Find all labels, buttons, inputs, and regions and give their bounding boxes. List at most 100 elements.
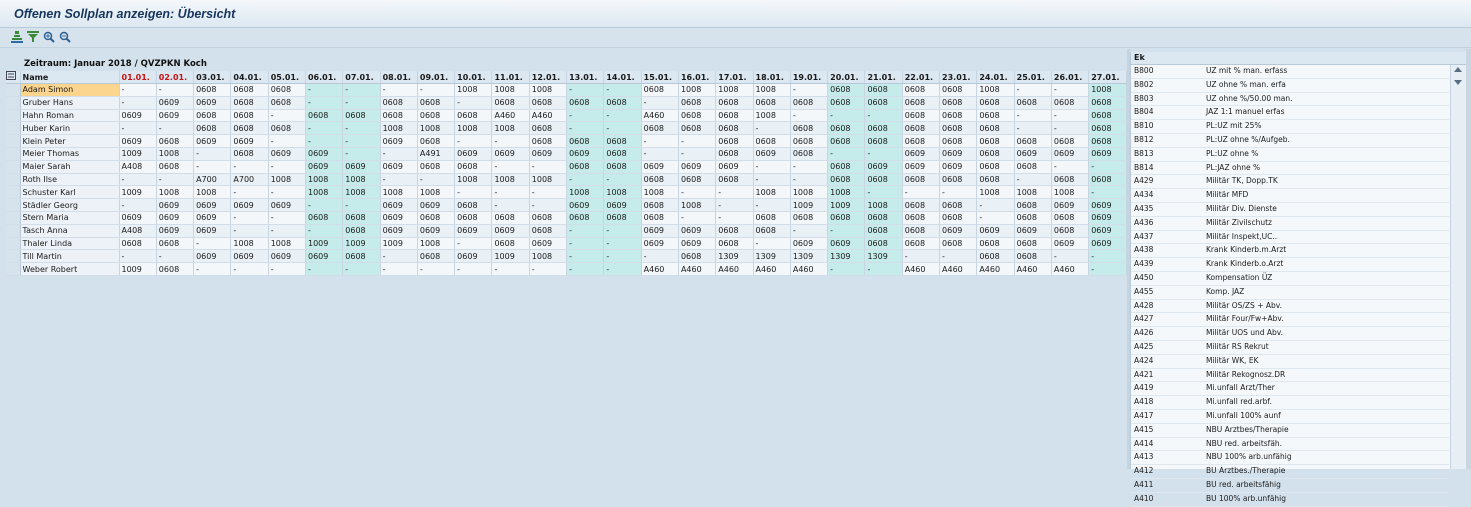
shift-cell[interactable]: 0609	[380, 224, 418, 238]
row-selector[interactable]	[6, 121, 21, 136]
shift-cell[interactable]: -	[119, 83, 157, 97]
shift-cell[interactable]: 0608	[566, 96, 605, 110]
shift-cell[interactable]: 1008	[1051, 185, 1090, 200]
shift-cell[interactable]: 0608	[566, 160, 605, 174]
shift-cell[interactable]: 0608	[715, 237, 754, 251]
list-scrollbar[interactable]	[1450, 65, 1466, 469]
shift-cell[interactable]: -	[529, 198, 568, 212]
shift-cell[interactable]: 0608	[902, 96, 941, 110]
shift-cell[interactable]: -	[1014, 121, 1052, 136]
shift-cell[interactable]: -	[1051, 109, 1090, 123]
shift-cell[interactable]: -	[566, 173, 605, 187]
shift-cell[interactable]: 0609	[603, 198, 642, 212]
shift-cell[interactable]: 0608	[1014, 134, 1052, 148]
shift-cell[interactable]: 0608	[827, 160, 866, 174]
shift-cell[interactable]: 0608	[305, 211, 344, 225]
shift-cell[interactable]: A408	[119, 224, 157, 238]
shift-cell[interactable]: A460	[753, 262, 791, 276]
shift-cell[interactable]: 0608	[678, 96, 717, 110]
column-header-date[interactable]: 05.01.	[268, 71, 306, 84]
shift-cell[interactable]: -	[342, 262, 381, 276]
column-header-date[interactable]: 26.01.	[1051, 71, 1090, 84]
shift-cell[interactable]: -	[268, 160, 306, 174]
shift-cell[interactable]: 1008	[417, 185, 456, 200]
shift-cell[interactable]: 0608	[641, 198, 679, 212]
shift-cell[interactable]: 1008	[342, 173, 381, 187]
shift-cell[interactable]: -	[268, 134, 306, 148]
shift-cell[interactable]: -	[1088, 262, 1127, 276]
shift-cell[interactable]: -	[342, 134, 381, 148]
row-selector[interactable]	[6, 109, 21, 123]
shift-cell[interactable]: 0609	[491, 224, 530, 238]
list-item[interactable]: B802 UZ ohne % man. erfa	[1131, 79, 1449, 93]
table-row[interactable]: Klein Peter 0609 0608 0609 0609- - -0609 0608- -…	[6, 134, 1127, 148]
shift-cell[interactable]: 1009	[380, 237, 418, 251]
shift-cell[interactable]: 0608	[790, 211, 829, 225]
shift-cell[interactable]: 0608	[790, 147, 829, 161]
shift-cell[interactable]: 0609	[976, 224, 1015, 238]
employee-name[interactable]: Klein Peter	[20, 134, 120, 148]
shift-cell[interactable]: 0608	[902, 211, 941, 225]
shift-cell[interactable]: 0609	[1088, 198, 1127, 212]
shift-cell[interactable]: 0608	[1088, 173, 1127, 187]
shift-cell[interactable]: 0608	[976, 249, 1015, 264]
shift-cell[interactable]: 1309	[753, 249, 791, 264]
shift-cell[interactable]: A700	[193, 173, 232, 187]
shift-cell[interactable]: 0608	[939, 211, 978, 225]
shift-cell[interactable]: 0608	[1014, 249, 1052, 264]
column-header-date[interactable]: 19.01.	[790, 71, 829, 84]
shift-cell[interactable]: 0608	[529, 121, 568, 136]
shift-cell[interactable]: -	[753, 121, 791, 136]
shift-cell[interactable]: A460	[641, 262, 679, 276]
shift-cell[interactable]: 1008	[156, 147, 195, 161]
shift-cell[interactable]: -	[715, 211, 754, 225]
column-header-date[interactable]: 16.01.	[678, 71, 717, 84]
shift-cell[interactable]: -	[417, 83, 456, 97]
list-item[interactable]: A429 Militär TK, Dopp.TK	[1131, 175, 1449, 190]
shift-cell[interactable]: 0608	[1051, 211, 1090, 225]
shift-cell[interactable]: 0608	[603, 147, 642, 161]
shift-cell[interactable]: 0608	[156, 237, 195, 251]
shift-cell[interactable]: -	[230, 185, 269, 200]
shift-cell[interactable]: -	[380, 83, 418, 97]
shift-cell[interactable]: 1008	[305, 173, 344, 187]
shift-cell[interactable]: 1008	[753, 83, 791, 97]
shift-cell[interactable]: -	[939, 249, 978, 264]
shift-cell[interactable]: 0609	[305, 249, 344, 264]
row-selector[interactable]	[6, 160, 21, 174]
table-row[interactable]: Hahn Roman 0609 0609 0608 0608-0608 0608 0608 0…	[6, 109, 1127, 123]
list-item[interactable]: A439 Krank Kinderb.o.Arzt	[1131, 258, 1449, 272]
shift-cell[interactable]: 1008	[156, 185, 195, 200]
shift-cell[interactable]: -	[1088, 249, 1127, 264]
shift-cell[interactable]: 1009	[790, 198, 829, 212]
shift-cell[interactable]: -	[491, 134, 530, 148]
shift-cell[interactable]: -	[1051, 83, 1090, 97]
shift-cell[interactable]: 0609	[417, 198, 456, 212]
shift-cell[interactable]: 0608	[603, 160, 642, 174]
column-header-date[interactable]: 03.01.	[193, 71, 232, 84]
shift-cell[interactable]: 1009	[491, 249, 530, 264]
list-item[interactable]: A434 Militär MFD	[1131, 189, 1449, 203]
shift-cell[interactable]: -	[230, 262, 269, 276]
shift-cell[interactable]: 0608	[939, 109, 978, 123]
shift-cell[interactable]: 0609	[268, 198, 306, 212]
shift-cell[interactable]: -	[753, 198, 791, 212]
shift-cell[interactable]: 0609	[678, 160, 717, 174]
shift-cell[interactable]: 0609	[715, 160, 754, 174]
column-header-date[interactable]: 15.01.	[641, 71, 679, 84]
shift-cell[interactable]: -	[827, 147, 866, 161]
shift-cell[interactable]: 0609	[1051, 147, 1090, 161]
shift-cell[interactable]: -	[454, 262, 493, 276]
shift-cell[interactable]: -	[678, 211, 717, 225]
shift-cell[interactable]: 0608	[715, 96, 754, 110]
employee-name[interactable]: Till Martin	[20, 249, 120, 264]
shift-cell[interactable]: 0608	[603, 211, 642, 225]
shift-cell[interactable]: 0609	[902, 147, 941, 161]
shift-cell[interactable]: 1008	[454, 121, 493, 136]
shift-cell[interactable]: 0608	[678, 121, 717, 136]
shift-cell[interactable]: A460	[902, 262, 941, 276]
shift-cell[interactable]: 0608	[827, 83, 866, 97]
shift-cell[interactable]: -	[193, 160, 232, 174]
shift-cell[interactable]: 0608	[864, 83, 903, 97]
shift-cell[interactable]: -	[342, 83, 381, 97]
